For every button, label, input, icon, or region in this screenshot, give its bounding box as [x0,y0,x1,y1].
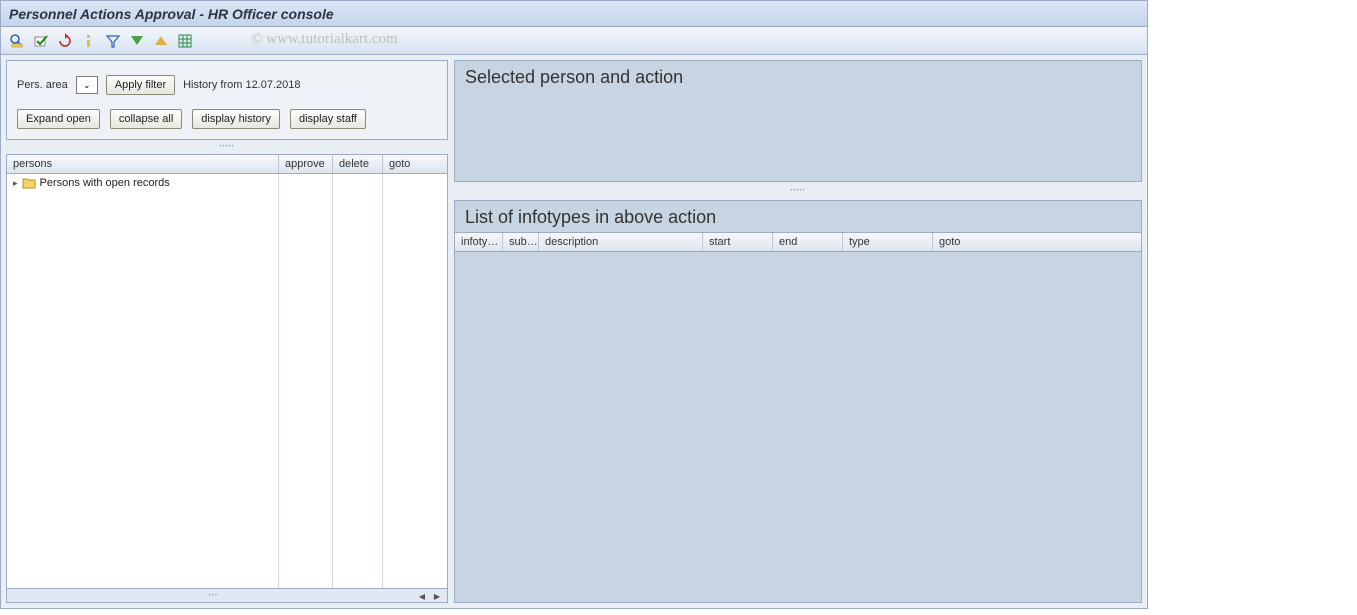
app-toolbar: © www.tutorialkart.com [1,27,1147,55]
refresh-icon[interactable] [55,31,75,51]
expand-tree-icon[interactable] [127,31,147,51]
pers-area-dropdown[interactable]: ⌄ [76,76,98,94]
col-start[interactable]: start [703,233,773,251]
col-approve[interactable]: approve [279,155,333,173]
tree-root-label: Persons with open records [40,177,170,189]
persons-tree-panel: persons approve delete goto ▸ Persons wi… [6,154,448,603]
col-goto[interactable]: goto [383,155,447,173]
tree-col-goto [383,174,447,588]
collapse-tree-icon[interactable] [151,31,171,51]
page-title: Personnel Actions Approval - HR Officer … [9,6,334,22]
scroll-left-icon[interactable]: ◀ [416,591,428,601]
col-goto-right[interactable]: goto [933,233,1141,251]
right-column: Selected person and action ••••• List of… [454,60,1142,603]
filter-row-1: Pers. area ⌄ Apply filter History from 1… [17,75,437,95]
tree-footer: ••• ◀ ▶ [7,588,447,602]
layout-icon[interactable] [175,31,195,51]
col-description[interactable]: description [539,233,703,251]
col-end[interactable]: end [773,233,843,251]
app-frame: Personnel Actions Approval - HR Officer … [0,0,1148,609]
content-area: Pers. area ⌄ Apply filter History from 1… [1,55,1147,608]
tree-col-delete [333,174,383,588]
filter-icon[interactable] [103,31,123,51]
infotypes-body [455,252,1141,602]
infotypes-title: List of infotypes in above action [455,201,1141,232]
display-staff-button[interactable]: display staff [290,109,366,129]
col-sub[interactable]: sub… [503,233,539,251]
col-infotype[interactable]: infoty… [455,233,503,251]
horizontal-splitter-left[interactable]: ••••• [6,144,448,150]
infotypes-header: infoty… sub… description start end type … [455,232,1141,252]
selected-person-title: Selected person and action [455,61,1141,92]
tree-body: ▸ Persons with open records [7,174,447,588]
apply-filter-button[interactable]: Apply filter [106,75,175,95]
info-icon[interactable] [79,31,99,51]
collapse-all-button[interactable]: collapse all [110,109,182,129]
infotypes-section: List of infotypes in above action infoty… [454,200,1142,603]
filter-row-2: Expand open collapse all display history… [17,109,437,129]
tree-collapse-arrow-icon[interactable]: ▸ [13,178,18,189]
filter-panel: Pers. area ⌄ Apply filter History from 1… [6,60,448,140]
check-icon[interactable] [31,31,51,51]
expand-open-button[interactable]: Expand open [17,109,100,129]
tree-header: persons approve delete goto [7,155,447,174]
history-from-label: History from 12.07.2018 [183,79,300,91]
display-history-button[interactable]: display history [192,109,280,129]
title-bar: Personnel Actions Approval - HR Officer … [1,1,1147,27]
col-persons[interactable]: persons [7,155,279,173]
find-icon[interactable] [7,31,27,51]
left-column: Pers. area ⌄ Apply filter History from 1… [6,60,448,603]
tree-root-row[interactable]: ▸ Persons with open records [7,174,278,192]
col-delete[interactable]: delete [333,155,383,173]
folder-icon [22,177,36,189]
col-type[interactable]: type [843,233,933,251]
selected-person-section: Selected person and action [454,60,1142,182]
pers-area-label: Pers. area [17,79,68,91]
chevron-down-icon: ⌄ [83,80,91,91]
horizontal-splitter-right[interactable]: ••••• [454,188,1142,194]
tree-footer-grip[interactable]: ••• [11,593,416,599]
scroll-right-icon[interactable]: ▶ [431,591,443,601]
watermark-text: © www.tutorialkart.com [251,31,398,48]
tree-col-persons: ▸ Persons with open records [7,174,279,588]
tree-col-approve [279,174,333,588]
